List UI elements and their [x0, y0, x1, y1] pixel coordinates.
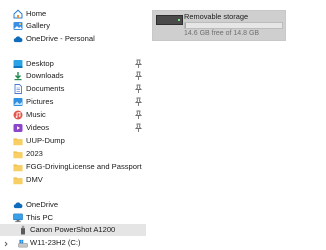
- computer-icon: [13, 213, 23, 223]
- drive-title: Removable storage: [184, 12, 249, 21]
- pin-icon[interactable]: [134, 71, 143, 81]
- nav-item-pictures[interactable]: Pictures: [0, 96, 146, 108]
- drive-usage-bar: [184, 22, 283, 29]
- nav-item-home[interactable]: Home: [0, 8, 146, 20]
- drive-usage-fill: [185, 23, 187, 28]
- folder-icon: [13, 149, 23, 159]
- nav-item-w11[interactable]: W11-23H2 (C:): [0, 237, 146, 249]
- pictures-icon: [13, 97, 23, 107]
- nav-label-this-pc: This PC: [26, 213, 54, 222]
- nav-item-downloads[interactable]: Downloads: [0, 70, 146, 82]
- nav-item-dmv[interactable]: DMV: [0, 174, 146, 186]
- document-icon: [13, 84, 23, 94]
- drive-tile-removable-storage[interactable]: Removable storage 14.6 GB free of 14.8 G…: [152, 10, 286, 41]
- nav-label-2023: 2023: [26, 149, 43, 158]
- nav-label-onedrive-personal: OneDrive - Personal: [26, 34, 95, 43]
- nav-item-uup-dump[interactable]: UUP-Dump: [0, 135, 146, 147]
- nav-label-downloads: Downloads: [26, 71, 64, 80]
- nav-label-gallery: Gallery: [26, 21, 51, 30]
- desktop-icon: [13, 59, 23, 69]
- nav-label-home: Home: [26, 9, 47, 18]
- nav-label-uup-dump: UUP-Dump: [26, 136, 65, 145]
- nav-item-videos[interactable]: Videos: [0, 122, 146, 134]
- music-icon: [13, 110, 23, 120]
- pin-icon[interactable]: [134, 97, 143, 107]
- nav-item-this-pc[interactable]: This PC: [0, 212, 146, 224]
- nav-label-canon: Canon PowerShot A1200: [30, 225, 116, 234]
- nav-item-documents[interactable]: Documents: [0, 83, 146, 95]
- pin-icon[interactable]: [134, 59, 143, 69]
- nav-label-dmv: DMV: [26, 175, 43, 184]
- nav-label-fgg: FGG-DrivingLicense and Passport: [26, 162, 142, 171]
- removable-drive-icon: [156, 15, 183, 25]
- home-icon: [13, 9, 23, 19]
- chevron-right-icon[interactable]: [3, 240, 9, 247]
- video-icon: [13, 123, 23, 133]
- nav-label-music: Music: [26, 110, 46, 119]
- nav-item-canon[interactable]: Canon PowerShot A1200: [0, 224, 146, 236]
- pin-icon[interactable]: [134, 84, 143, 94]
- nav-item-fgg[interactable]: FGG-DrivingLicense and Passport: [0, 161, 146, 173]
- nav-item-gallery[interactable]: Gallery: [0, 20, 146, 32]
- folder-icon: [13, 136, 23, 146]
- folder-icon: [13, 162, 23, 172]
- folder-icon: [13, 175, 23, 185]
- nav-item-2023[interactable]: 2023: [0, 148, 146, 160]
- nav-label-w11: W11-23H2 (C:): [30, 238, 81, 247]
- drive-free-space: 14.6 GB free of 14.8 GB: [184, 30, 260, 37]
- nav-label-videos: Videos: [26, 123, 50, 132]
- nav-label-desktop: Desktop: [26, 59, 54, 68]
- nav-item-desktop[interactable]: Desktop: [0, 58, 146, 70]
- nav-label-pictures: Pictures: [26, 97, 54, 106]
- cloud-icon: [13, 200, 23, 210]
- pin-icon[interactable]: [134, 110, 143, 120]
- navigation-pane: Home Gallery OneDrive - Personal Desktop…: [0, 0, 146, 250]
- download-icon: [13, 71, 23, 81]
- nav-label-onedrive: OneDrive: [26, 200, 59, 209]
- windows-drive-icon: [18, 238, 28, 248]
- cloud-icon: [13, 34, 23, 44]
- gallery-icon: [13, 21, 23, 31]
- pin-icon[interactable]: [134, 123, 143, 133]
- nav-item-music[interactable]: Music: [0, 109, 146, 121]
- usb-drive-icon: [18, 225, 28, 235]
- nav-item-onedrive[interactable]: OneDrive: [0, 199, 146, 211]
- nav-item-onedrive-personal[interactable]: OneDrive - Personal: [0, 33, 146, 45]
- nav-label-documents: Documents: [26, 84, 65, 93]
